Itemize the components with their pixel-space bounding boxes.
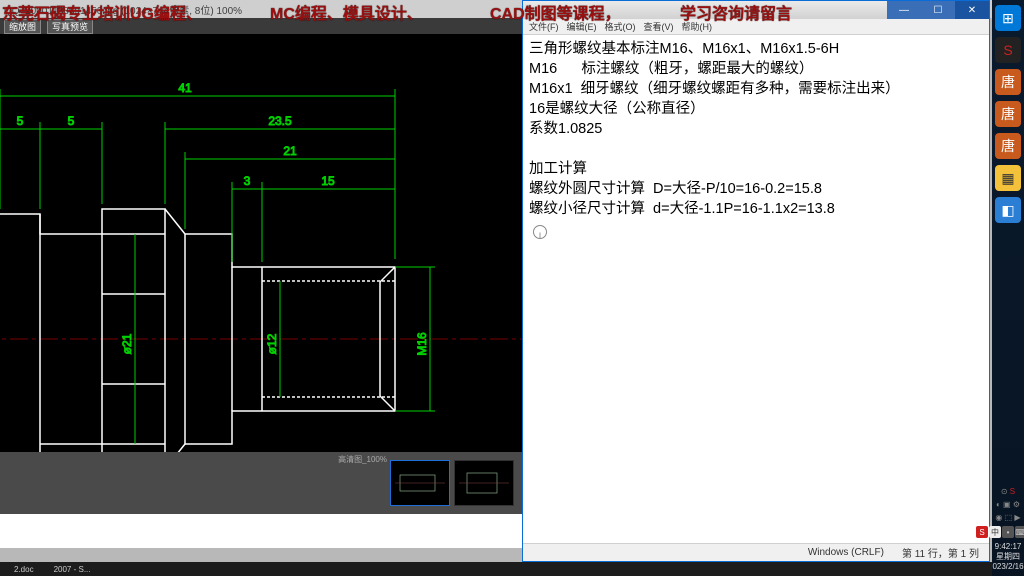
tray-icons-row2[interactable]: ◐ ▣ ⚙ [996, 500, 1020, 509]
line3: M16x1 细牙螺纹（细牙螺纹螺距有多种，需要标注出来） [529, 81, 900, 97]
dim-5a: 5 [17, 114, 24, 128]
cad-drawing: 41 5 5 23.5 21 3 15 ø21 [0, 34, 522, 452]
clock[interactable]: 9:42:17 星期四 023/2/16 [992, 542, 1023, 572]
status-position: 第 11 行，第 1 列 [902, 545, 979, 560]
status-encoding: Windows (CRLF) [808, 547, 884, 558]
line7: 加工计算 [529, 161, 587, 177]
taskbar-item-1[interactable]: 2.doc [14, 565, 34, 574]
menu-edit[interactable]: 编辑(E) [567, 20, 597, 33]
line5: 系数1.0825 [529, 121, 602, 137]
taskbar-item-2[interactable]: 2007 - S... [54, 565, 91, 574]
viewer-toolbar: 缩放图 写真预览 [0, 18, 522, 34]
line8: 螺纹外圆尺寸计算 D=大径-P/10=16-0.2=15.8 [529, 181, 822, 197]
dim-3: 3 [244, 174, 251, 188]
ime-indicator[interactable]: S 中 • ⌨ ☺ [976, 526, 1024, 538]
desktop-area: QQ_20001138691456.jpg (1024×744像素, 8位) 1… [0, 0, 992, 576]
windows-taskbar[interactable]: 2.doc 2007 - S... [0, 562, 992, 576]
tray-icons-row3[interactable]: ◉ ⬚ ▶ [995, 513, 1020, 522]
notepad-titlebar[interactable]: — ☐ ✕ [523, 1, 989, 19]
zoom-button[interactable]: 缩放图 [4, 19, 41, 34]
menu-format[interactable]: 格式(O) [605, 20, 636, 33]
sogou-icon[interactable]: S [995, 37, 1021, 63]
notepad-statusbar: Windows (CRLF) 第 11 行，第 1 列 [523, 543, 989, 561]
ime-dot2-icon[interactable]: ⌨ [1015, 526, 1024, 538]
dim-5b: 5 [68, 114, 75, 128]
thread-m16: M16 [415, 332, 429, 356]
dim-41: 41 [178, 81, 192, 95]
notepad-text-area[interactable]: 三角形螺纹基本标注M16、M16x1、M16x1.5-6H M16 标注螺纹（粗… [523, 35, 989, 249]
dim-23-5: 23.5 [268, 114, 292, 128]
notepad-menubar: 文件(F) 编辑(E) 格式(O) 查看(V) 帮助(H) [523, 19, 989, 35]
dim-15: 15 [321, 174, 335, 188]
minimize-button[interactable]: — [887, 1, 921, 19]
notepad-window: — ☐ ✕ 文件(F) 编辑(E) 格式(O) 查看(V) 帮助(H) 三角形螺… [522, 0, 990, 562]
preview-button[interactable]: 写真预览 [47, 19, 93, 34]
dim-21: 21 [283, 144, 297, 158]
text-cursor-icon: I [533, 225, 547, 239]
line1: 三角形螺纹基本标注M16、M16x1、M16x1.5-6H [529, 41, 839, 57]
app-icon-4[interactable]: ▦ [995, 165, 1021, 191]
right-dock: ⊞ S 唐 唐 唐 ▦ ◧ ⊙ S ◐ ▣ ⚙ ◉ ⬚ ▶ S 中 • ⌨ ☺ … [992, 0, 1024, 576]
ime-zh-icon[interactable]: 中 [989, 526, 1001, 538]
thumbnail-1[interactable] [390, 460, 450, 506]
ime-dot1-icon[interactable]: • [1002, 526, 1014, 538]
app-icon-2[interactable]: 唐 [995, 101, 1021, 127]
thumbnail-2[interactable] [454, 460, 514, 506]
windows-icon[interactable]: ⊞ [995, 5, 1021, 31]
dia-12: ø12 [265, 333, 279, 354]
app-icon-5[interactable]: ◧ [995, 197, 1021, 223]
menu-file[interactable]: 文件(F) [529, 20, 559, 33]
dia-21: ø21 [120, 333, 134, 354]
line2: M16 标注螺纹（粗牙，螺距最大的螺纹） [529, 61, 813, 77]
thumbnail-strip: 高清图_100% [0, 452, 522, 514]
image-filename: QQ_20001138691456.jpg (1024×744像素, 8位) 1… [4, 2, 242, 17]
system-tray: ⊙ S ◐ ▣ ⚙ ◉ ⬚ ▶ S 中 • ⌨ ☺ 9:42:17 星期四 02… [993, 487, 1023, 576]
thumb-label: 高清图_100% [338, 454, 387, 465]
close-button[interactable]: ✕ [955, 1, 989, 19]
line9: 螺纹小径尺寸计算 d=大径-1.1P=16-1.1x2=13.8 [529, 201, 835, 217]
tray-icons-row1[interactable]: ⊙ S [1001, 487, 1015, 496]
image-viewer: 缩放图 写真预览 [0, 18, 522, 548]
line4: 16是螺纹大径（公称直径） [529, 101, 705, 117]
menu-view[interactable]: 查看(V) [644, 20, 674, 33]
app-icon-1[interactable]: 唐 [995, 69, 1021, 95]
maximize-button[interactable]: ☐ [921, 1, 955, 19]
ime-s-icon[interactable]: S [976, 526, 988, 538]
app-icon-3[interactable]: 唐 [995, 133, 1021, 159]
menu-help[interactable]: 帮助(H) [682, 20, 713, 33]
